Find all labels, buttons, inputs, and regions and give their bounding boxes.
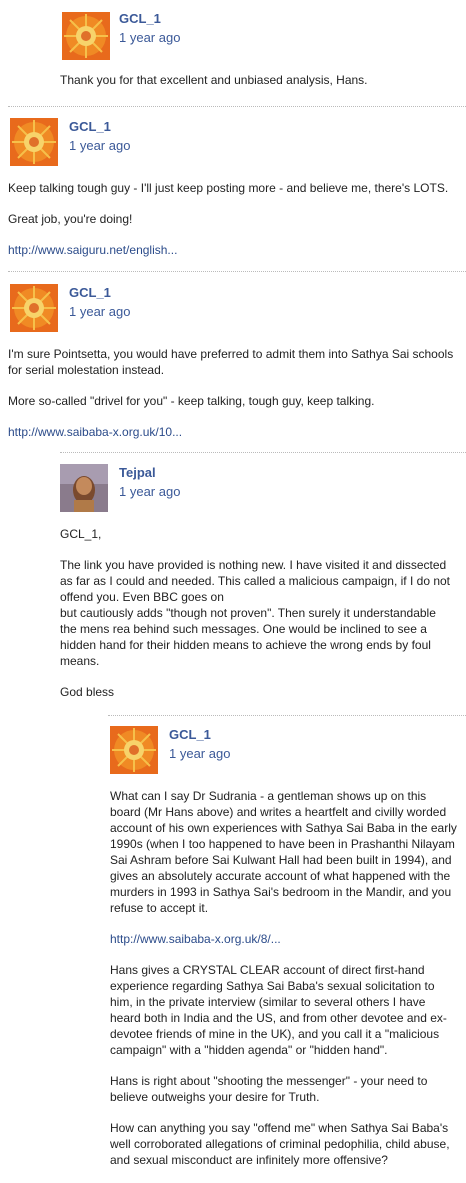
comment-text: God bless	[60, 685, 115, 699]
comment-text: Thank you for that excellent and unbiase…	[60, 73, 368, 87]
comment-body: What can I say Dr Sudrania - a gentleman…	[110, 788, 458, 1183]
comment-text: Hans gives a CRYSTAL CLEAR account of di…	[110, 963, 447, 1057]
comment-text: The link you have provided is nothing ne…	[60, 558, 451, 668]
timestamp[interactable]: 1 year ago	[119, 484, 180, 500]
separator	[8, 271, 466, 272]
comment-text: I'm sure Pointsetta, you would have pref…	[8, 347, 454, 377]
author-name[interactable]: GCL_1	[69, 285, 130, 301]
comment-link[interactable]: http://www.saibaba-x.org.uk/10...	[8, 425, 182, 439]
comment-text: GCL_1,	[60, 527, 102, 541]
sun-avatar-icon	[10, 284, 58, 332]
avatar[interactable]	[60, 464, 108, 512]
comment-text: What can I say Dr Sudrania - a gentleman…	[110, 789, 457, 915]
comment-text: How can anything you say "offend me" whe…	[110, 1121, 450, 1167]
comment-text: Keep talking tough guy - I'll just keep …	[8, 181, 449, 195]
author-name[interactable]: GCL_1	[169, 727, 230, 743]
timestamp[interactable]: 1 year ago	[169, 746, 230, 762]
sun-avatar-icon	[62, 12, 110, 60]
comment-text: Hans is right about "shooting the messen…	[110, 1074, 428, 1104]
comment-text: More so-called "drivel for you" - keep t…	[8, 394, 375, 408]
avatar[interactable]	[110, 726, 158, 774]
comment-body: GCL_1, The link you have provided is not…	[60, 526, 455, 715]
avatar[interactable]	[10, 284, 58, 332]
sun-avatar-icon	[110, 726, 158, 774]
timestamp[interactable]: 1 year ago	[119, 30, 180, 46]
avatar[interactable]	[62, 12, 110, 60]
comment-link[interactable]: http://www.saiguru.net/english...	[8, 243, 177, 257]
comment-body: Thank you for that excellent and unbiase…	[60, 72, 455, 103]
sun-avatar-icon	[10, 118, 58, 166]
comment-body: Keep talking tough guy - I'll just keep …	[8, 180, 463, 273]
comment-text: Great job, you're doing!	[8, 212, 133, 226]
avatar[interactable]	[10, 118, 58, 166]
separator	[108, 715, 466, 716]
comment-body: I'm sure Pointsetta, you would have pref…	[8, 346, 463, 455]
author-name[interactable]: GCL_1	[69, 119, 130, 135]
separator	[8, 106, 466, 107]
comment-link[interactable]: http://www.saibaba-x.org.uk/8/...	[110, 932, 281, 946]
portrait-avatar-icon	[60, 464, 108, 512]
timestamp[interactable]: 1 year ago	[69, 304, 130, 320]
separator	[60, 452, 466, 453]
author-name[interactable]: GCL_1	[119, 11, 180, 27]
timestamp[interactable]: 1 year ago	[69, 138, 130, 154]
author-name[interactable]: Tejpal	[119, 465, 180, 481]
